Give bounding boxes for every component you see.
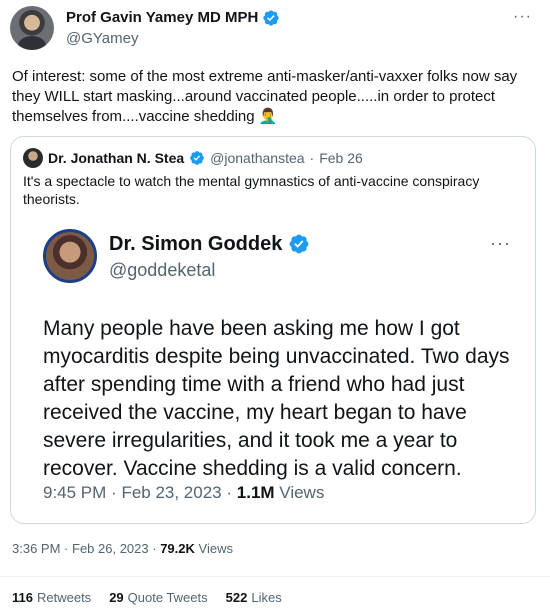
embedded-tweet-text: Many people have been asking me how I go…	[43, 317, 510, 480]
embedded-tweet-image: Dr. Simon Goddek @goddeketal ··· Many pe…	[21, 219, 525, 517]
tweet-meta-separator: ·	[152, 541, 161, 556]
embedded-separator: ·	[111, 483, 122, 502]
retweets-label: Retweets	[36, 590, 92, 605]
quotes-label: Quote Tweets	[127, 590, 208, 605]
embedded-tweet-meta: 9:45 PM · Feb 23, 2023 · 1.1M Views	[43, 483, 324, 503]
retweets-count: 116	[12, 590, 33, 605]
tweet-text: Of interest: some of the most extreme an…	[12, 68, 518, 125]
views-count: 79.2K	[160, 541, 195, 556]
embedded-time: 9:45 PM	[43, 483, 107, 502]
verified-icon	[263, 10, 279, 26]
tweet-meta-separator: ·	[64, 541, 72, 556]
author-avatar[interactable]	[10, 6, 54, 50]
quote-author-name: Dr. Jonathan N. Stea	[48, 150, 185, 166]
quote-author-handle: @jonathanstea	[210, 150, 305, 166]
embedded-date: Feb 23, 2023	[121, 483, 222, 502]
views-label: Views	[198, 541, 233, 556]
quotes-count: 29	[109, 590, 124, 605]
quote-text: It's a spectacle to watch the mental gym…	[23, 173, 480, 207]
author-block: Prof Gavin Yamey MD MPH @GYamey	[66, 9, 280, 49]
tweet-date[interactable]: Feb 26, 2023	[72, 541, 149, 556]
more-icon[interactable]: ···	[513, 8, 532, 26]
likes-count: 522	[225, 590, 248, 605]
quote-tweet-card[interactable]: Dr. Jonathan N. Stea @jonathanstea · Feb…	[10, 136, 536, 524]
quote-separator: ·	[309, 150, 315, 166]
author-name-row: Prof Gavin Yamey MD MPH	[66, 9, 280, 27]
embedded-author-handle: @goddeketal	[109, 260, 216, 280]
tweet-time[interactable]: 3:36 PM	[12, 541, 60, 556]
retweets-stat[interactable]: 116 Retweets	[12, 590, 91, 605]
likes-label: Likes	[251, 590, 282, 605]
verified-icon	[289, 234, 309, 254]
likes-stat[interactable]: 522 Likes	[226, 590, 282, 605]
quote-tweets-stat[interactable]: 29 Quote Tweets	[109, 590, 207, 605]
embedded-author-name: Dr. Simon Goddek	[109, 233, 283, 255]
embedded-name-row: Dr. Simon Goddek	[109, 232, 310, 256]
embedded-views-label: Views	[279, 483, 325, 502]
embedded-separator: ·	[226, 483, 237, 502]
more-icon: ···	[490, 233, 511, 253]
engagement-stats: 116 Retweets 29 Quote Tweets 522 Likes	[12, 590, 282, 605]
tweet-meta: 3:36 PM · Feb 26, 2023 · 79.2K Views	[12, 541, 233, 556]
author-name[interactable]: Prof Gavin Yamey MD MPH	[66, 9, 258, 27]
author-handle[interactable]: @GYamey	[66, 29, 280, 49]
divider	[0, 576, 550, 577]
verified-icon	[190, 151, 204, 165]
quote-date: Feb 26	[319, 150, 363, 166]
quote-author-avatar	[23, 148, 43, 168]
embedded-author-avatar	[43, 229, 97, 283]
embedded-views-count: 1.1M	[236, 483, 275, 502]
quote-header: Dr. Jonathan N. Stea @jonathanstea · Feb…	[23, 148, 363, 168]
